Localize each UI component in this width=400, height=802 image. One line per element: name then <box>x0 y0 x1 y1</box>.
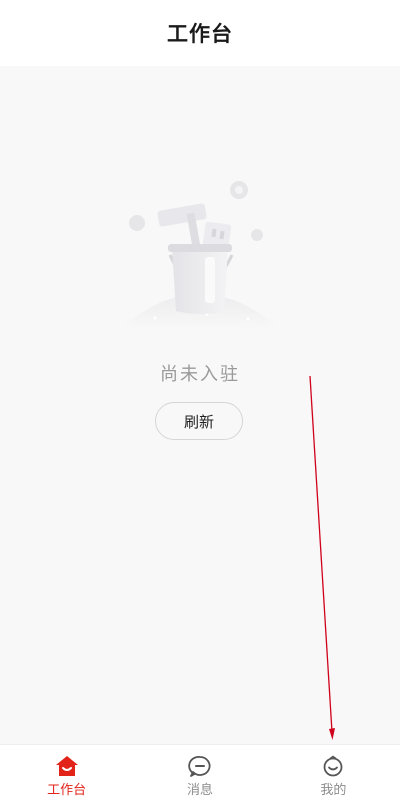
profile-icon <box>323 755 343 777</box>
tab-label-workbench: 工作台 <box>47 783 87 798</box>
app-root: 工作台 尚未入驻 刷新 工作台 消息 我的 <box>0 0 400 802</box>
tab-workbench[interactable]: 工作台 <box>0 745 133 802</box>
top-header: 工作台 <box>0 0 400 66</box>
tab-label-messages: 消息 <box>186 783 213 798</box>
tab-messages[interactable]: 消息 <box>133 745 266 802</box>
tab-profile[interactable]: 我的 <box>267 745 400 802</box>
message-icon <box>188 756 211 777</box>
main-content: 尚未入驻 刷新 <box>0 66 400 744</box>
home-icon <box>55 756 78 776</box>
empty-bucket-illustration <box>120 181 280 329</box>
tab-label-profile: 我的 <box>320 783 347 798</box>
bottom-tab-bar: 工作台 消息 我的 <box>0 744 400 802</box>
page-title: 工作台 <box>167 22 233 46</box>
refresh-button[interactable]: 刷新 <box>155 402 243 440</box>
empty-state-message: 尚未入驻 <box>160 364 240 385</box>
